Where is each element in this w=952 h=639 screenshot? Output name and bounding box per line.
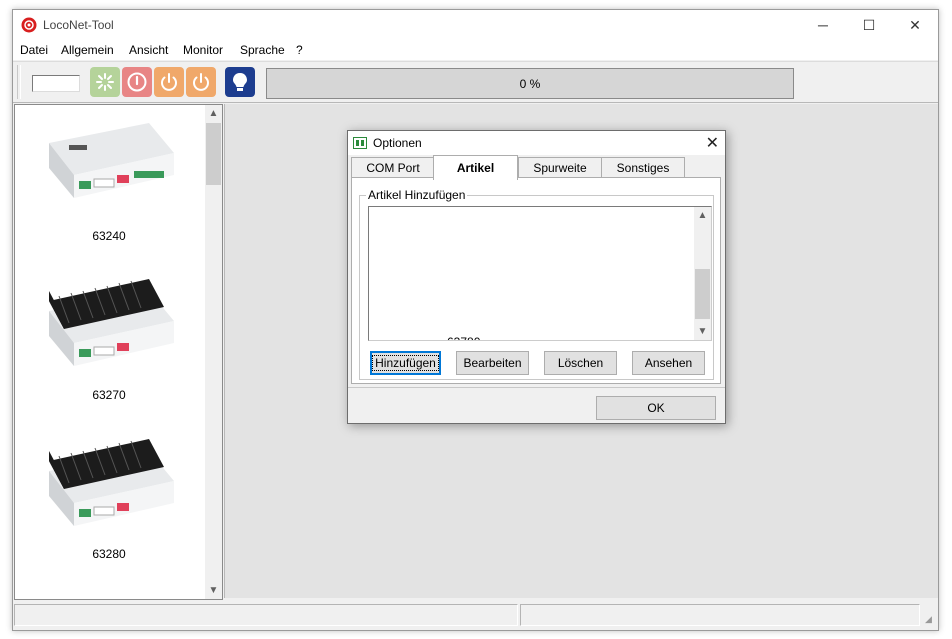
toolbar: 0 % [13, 61, 938, 103]
add-button-label: Hinzufügen [372, 355, 439, 371]
tab-artikel[interactable]: Artikel [433, 155, 518, 180]
dialog-app-icon [353, 137, 367, 149]
menu-monitor[interactable]: Monitor [183, 43, 223, 57]
menu-bar: Datei Allgemein Ansicht Monitor Sprache … [13, 40, 938, 60]
power-stop-icon [127, 72, 147, 92]
maximize-icon: ☐ [862, 16, 876, 33]
delete-button-label: Löschen [557, 356, 604, 370]
progress-text: 0 % [519, 76, 541, 91]
menu-help[interactable]: ? [296, 43, 303, 57]
tab-label: Spurweite [533, 161, 587, 175]
status-bar: ◢ [13, 602, 938, 627]
edit-button-label: Bearbeiten [463, 356, 522, 370]
close-button[interactable]: ✕ [892, 10, 938, 40]
lightbulb-icon [233, 73, 247, 91]
window-title: LocoNet-Tool [43, 18, 114, 32]
product-item[interactable] [15, 431, 203, 544]
menu-sprache[interactable]: Sprache [240, 43, 285, 57]
progress-bar: 0 % [266, 68, 794, 99]
resize-grip-icon[interactable]: ◢ [925, 614, 935, 624]
tab-com-port[interactable]: COM Port [351, 157, 435, 178]
view-button[interactable]: Ansehen [632, 351, 705, 375]
view-button-label: Ansehen [644, 356, 693, 370]
power-button-2[interactable] [186, 67, 216, 97]
ok-button-label: OK [647, 401, 665, 415]
power-icon [193, 73, 209, 91]
power-button-1[interactable] [154, 67, 184, 97]
ok-button[interactable]: OK [596, 396, 716, 420]
menu-ansicht[interactable]: Ansicht [129, 43, 168, 57]
tab-label: Artikel [456, 161, 495, 175]
tab-sonstiges[interactable]: Sonstiges [601, 157, 685, 178]
stop-button[interactable] [122, 67, 152, 97]
tab-label: Sonstiges [616, 161, 670, 175]
app-icon [21, 17, 37, 33]
toolbar-grip [17, 65, 21, 99]
dialog-title: Optionen [373, 136, 422, 150]
artikel-group: Artikel Hinzufügen 63780 ▲ ▼ Hinzufügen … [359, 188, 714, 380]
address-input[interactable] [32, 75, 80, 92]
dialog-divider [348, 387, 725, 388]
artikel-listbox[interactable]: 63780 ▲ ▼ [368, 206, 712, 341]
product-item[interactable] [15, 271, 203, 384]
menu-datei[interactable]: Datei [20, 43, 48, 57]
menu-allgemein[interactable]: Allgemein [61, 43, 114, 57]
scroll-up-icon[interactable]: ▲ [205, 105, 222, 122]
title-bar: LocoNet-Tool ─ ☐ ✕ [13, 10, 938, 40]
scroll-up-icon[interactable]: ▲ [694, 207, 711, 224]
list-item[interactable]: 63780 [447, 335, 480, 340]
maximize-button[interactable]: ☐ [846, 10, 892, 40]
scroll-down-icon[interactable]: ▼ [205, 582, 222, 599]
tab-spurweite[interactable]: Spurweite [518, 157, 602, 178]
module-image [49, 123, 174, 198]
edit-button[interactable]: Bearbeiten [456, 351, 529, 375]
sparkle-icon [96, 73, 114, 91]
scroll-thumb[interactable] [695, 269, 710, 319]
status-pane-right [520, 604, 920, 626]
minimize-icon: ─ [818, 17, 828, 33]
group-label: Artikel Hinzufügen [366, 188, 468, 202]
sparkle-button[interactable] [90, 67, 120, 97]
listbox-scrollbar[interactable]: ▲ ▼ [694, 207, 711, 340]
minimize-button[interactable]: ─ [800, 10, 846, 40]
add-button[interactable]: Hinzufügen [370, 351, 441, 375]
module-image [49, 439, 174, 526]
dialog-close-icon[interactable]: ✕ [706, 133, 719, 153]
close-icon: ✕ [909, 16, 921, 33]
product-list-scrollbar[interactable]: ▲ ▼ [205, 105, 222, 599]
dialog-title-bar: Optionen ✕ [348, 131, 725, 155]
tab-page-artikel: Artikel Hinzufügen 63780 ▲ ▼ Hinzufügen … [351, 177, 721, 384]
delete-button[interactable]: Löschen [544, 351, 617, 375]
scroll-thumb[interactable] [206, 123, 221, 185]
product-label: 63280 [92, 547, 126, 561]
light-button[interactable] [225, 67, 255, 97]
scroll-down-icon[interactable]: ▼ [694, 323, 711, 340]
module-image [49, 279, 174, 366]
product-list[interactable]: 63240 63270 63280 ▲ ▼ [14, 104, 223, 600]
product-label: 63240 [92, 229, 126, 243]
power-icon [161, 73, 177, 91]
product-item[interactable] [15, 113, 203, 216]
product-label: 63270 [92, 388, 126, 402]
tab-label: COM Port [366, 161, 420, 175]
options-dialog: Optionen ✕ COM Port Artikel Spurweite So… [347, 130, 726, 424]
status-pane-left [14, 604, 518, 626]
